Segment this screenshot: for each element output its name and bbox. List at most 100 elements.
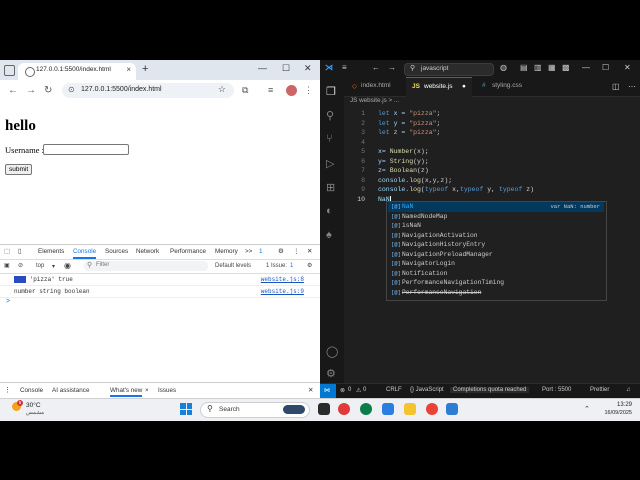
forward-icon[interactable]: →	[26, 85, 36, 96]
tab-actions-icon[interactable]	[4, 65, 15, 76]
drawer-tab-ai-assistance[interactable]: AI assistance	[52, 387, 89, 394]
new-tab-icon[interactable]: +	[142, 63, 148, 75]
minimize-icon[interactable]: —	[258, 63, 267, 73]
suggestion-item[interactable]: [@] NavigationActivation	[388, 231, 604, 241]
copilot-quota-status[interactable]: Completions quota reached	[450, 387, 530, 393]
eol-indicator[interactable]: CRLF	[386, 387, 402, 393]
menu-icon[interactable]: ⋮	[304, 85, 313, 96]
log-source-link[interactable]: website.js:9	[261, 288, 304, 295]
tab-sources[interactable]: Sources	[105, 248, 128, 255]
suggestion-item[interactable]: [@] Notification	[388, 269, 604, 279]
suggestion-item[interactable]: [@] NavigatorLogin	[388, 259, 604, 269]
clear-console-icon[interactable]: ⊘	[18, 262, 23, 269]
log-source-link[interactable]: website.js:8	[261, 276, 304, 283]
language-mode[interactable]: {} JavaScript	[410, 387, 444, 393]
inspect-icon[interactable]: ⬚	[4, 248, 10, 255]
vscode-taskbar-icon[interactable]	[446, 403, 458, 415]
live-server-port[interactable]: Port : 5500	[542, 387, 571, 393]
suggestion-item[interactable]: [@] NaN var NaN: number	[388, 202, 604, 212]
username-input[interactable]	[43, 144, 129, 155]
media-icon[interactable]: ≡	[268, 85, 273, 95]
suggestion-item[interactable]: [@] NavigationPreloadManager	[388, 250, 604, 260]
menu-icon[interactable]: ≡	[342, 63, 347, 72]
console-prompt[interactable]: >	[6, 298, 10, 305]
tab-memory[interactable]: Memory	[215, 248, 238, 255]
account-icon[interactable]: ◯	[326, 345, 338, 358]
run-debug-icon[interactable]: ▷	[326, 157, 334, 170]
eye-icon[interactable]: ◉	[64, 261, 71, 270]
sidebar-toggle-icon[interactable]: ▣	[4, 262, 10, 269]
split-editor-icon[interactable]: ◫	[612, 82, 620, 91]
clock-time[interactable]: 13:29	[600, 402, 632, 408]
toggle-sidebar-icon[interactable]: ▤	[520, 63, 528, 72]
tab-performance[interactable]: Performance	[170, 248, 206, 255]
more-options-icon[interactable]: ⋮	[293, 248, 299, 255]
explorer-icon[interactable]: ❐	[326, 85, 336, 98]
remote-explorer-icon[interactable]: ◐	[326, 205, 333, 217]
copilot-icon[interactable]: ◍	[500, 63, 507, 72]
tab-network[interactable]: Network	[136, 248, 159, 255]
error-count[interactable]: 0	[348, 387, 351, 393]
suggestion-item[interactable]: [@] PerformanceNavigationTiming	[388, 278, 604, 288]
close-devtools-icon[interactable]: ✕	[307, 248, 312, 255]
taskbar-search[interactable]: ⚲ Search	[200, 402, 310, 418]
context-selector[interactable]: top	[36, 263, 44, 269]
tab-console[interactable]: Console	[73, 248, 97, 259]
browser-tab[interactable]: 127.0.0.1:5500/index.html ×	[18, 63, 136, 80]
edge-icon[interactable]	[382, 403, 394, 415]
more-tabs-button[interactable]: >>	[245, 248, 252, 255]
device-toolbar-icon[interactable]: ▯	[18, 248, 21, 255]
back-icon[interactable]: ←	[8, 85, 18, 96]
tab-styling-css[interactable]: # styling.css	[476, 77, 536, 96]
more-actions-icon[interactable]: ⋯	[628, 82, 636, 91]
unsaved-dot-icon[interactable]: ●	[462, 83, 466, 90]
maximize-icon[interactable]: ☐	[602, 63, 609, 72]
weather-temperature[interactable]: 30°C	[26, 402, 41, 409]
task-view-icon[interactable]	[318, 403, 330, 415]
drawer-tab-console[interactable]: Console	[20, 387, 43, 394]
drawer-tab-issues[interactable]: Issues	[158, 387, 176, 394]
error-icon[interactable]: ⊗	[340, 387, 345, 394]
reload-icon[interactable]: ↻	[44, 85, 52, 96]
address-bar[interactable]: ⊙ 127.0.0.1:5500/index.html ☆	[62, 83, 234, 98]
tab-index-html[interactable]: ◇ index.html	[344, 77, 400, 96]
submit-button[interactable]: submit	[5, 164, 33, 175]
site-info-icon[interactable]: ⊙	[68, 85, 75, 94]
file-explorer-icon[interactable]	[404, 403, 416, 415]
suggestion-item[interactable]: [@] isNaN	[388, 221, 604, 231]
close-icon[interactable]: ×	[145, 387, 149, 394]
suggestion-item[interactable]: [@] NamedNodeMap	[388, 212, 604, 222]
weather-condition[interactable]: مشمس	[26, 410, 44, 416]
back-icon[interactable]: ←	[372, 63, 380, 72]
app-icon[interactable]	[338, 403, 350, 415]
close-window-icon[interactable]: ✕	[624, 63, 631, 72]
start-button[interactable]	[180, 403, 192, 415]
drawer-tab-whats-new[interactable]: What's new	[110, 387, 143, 397]
notifications-bell-icon[interactable]: ♫	[626, 387, 631, 393]
issues-count-badge[interactable]: 1	[259, 248, 263, 255]
warning-count[interactable]: 0	[363, 387, 366, 393]
tab-website-js[interactable]: JS website.js ●	[406, 77, 472, 97]
remote-indicator[interactable]: ⋈	[320, 384, 336, 398]
issue-label[interactable]: 1 Issue:	[266, 263, 287, 269]
suggestion-item[interactable]: [@] PerformanceNavigation	[388, 288, 604, 298]
toggle-secondary-icon[interactable]: ▦	[548, 63, 556, 72]
bookmark-star-icon[interactable]: ☆	[218, 84, 226, 95]
log-levels-dropdown[interactable]: Default levels	[215, 263, 251, 269]
console-filter-input[interactable]: ⚲ Filter	[84, 261, 208, 271]
close-window-icon[interactable]: ✕	[304, 63, 312, 74]
source-control-icon[interactable]: ⑂	[326, 133, 333, 145]
search-icon[interactable]: ⚲	[326, 109, 334, 122]
chrome-icon[interactable]	[426, 403, 438, 415]
tab-elements[interactable]: Elements	[38, 248, 64, 255]
suggestion-item[interactable]: [@] NavigationHistoryEntry	[388, 240, 604, 250]
maximize-icon[interactable]: ☐	[282, 63, 290, 74]
manage-gear-icon[interactable]: ⚙	[326, 367, 336, 380]
customize-layout-icon[interactable]: ▩	[562, 63, 570, 72]
breadcrumb[interactable]: JS website.js > ...	[350, 97, 399, 104]
forward-icon[interactable]: →	[388, 63, 396, 72]
prettier-status[interactable]: Prettier	[590, 387, 609, 393]
warning-icon[interactable]: ⚠	[356, 387, 361, 394]
settings-icon[interactable]: ⚙	[278, 248, 284, 255]
profile-avatar[interactable]	[286, 85, 297, 96]
